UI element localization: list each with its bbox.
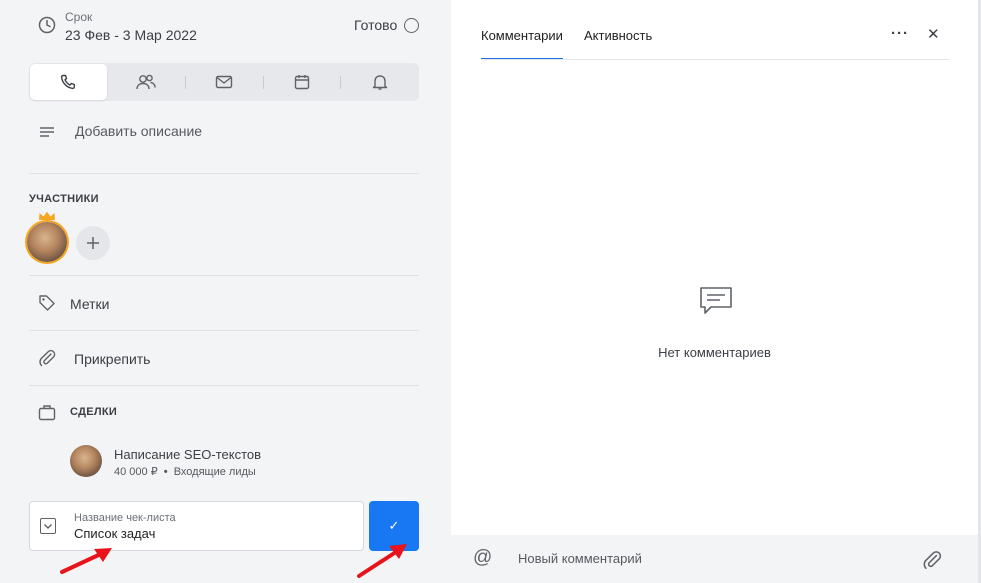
deal-amount: 40 000 ₽ xyxy=(114,466,158,478)
comment-bubble-icon xyxy=(699,286,733,316)
plus-icon xyxy=(86,236,100,250)
new-comment-input[interactable]: Новый комментарий xyxy=(518,551,642,566)
deal-name[interactable]: Написание SEO-текстов xyxy=(114,447,261,462)
checklist-input[interactable]: Список задач xyxy=(74,526,155,541)
tab-meeting[interactable] xyxy=(107,63,184,101)
tab-call[interactable] xyxy=(29,63,106,101)
add-participant-button[interactable] xyxy=(76,226,110,260)
annotation-arrow-icon xyxy=(58,543,118,577)
done-label: Готово xyxy=(354,17,398,33)
checkmark-icon: ✓ xyxy=(388,518,400,533)
people-icon xyxy=(135,73,157,91)
briefcase-icon xyxy=(38,404,56,421)
tab-activity[interactable]: Активность xyxy=(584,28,652,43)
close-icon[interactable]: ✕ xyxy=(927,25,940,43)
tab-event[interactable] xyxy=(263,63,340,101)
tag-icon xyxy=(38,294,56,312)
annotation-arrow-icon xyxy=(355,540,413,580)
divider xyxy=(29,330,419,331)
comments-panel: Комментарии Активность ··· ✕ Нет коммент… xyxy=(451,0,978,583)
empty-comments-text: Нет комментариев xyxy=(658,345,771,360)
deals-title: СДЕЛКИ xyxy=(70,406,118,418)
divider xyxy=(29,385,419,386)
comment-input-bar: @ Новый комментарий xyxy=(451,535,978,583)
mail-icon xyxy=(215,75,233,89)
task-details-panel: Срок 23 Фев - 3 Мар 2022 Готово Добавить… xyxy=(0,0,451,583)
divider xyxy=(29,275,419,276)
done-checkbox[interactable] xyxy=(404,18,419,33)
tab-reminder[interactable] xyxy=(341,63,418,101)
phone-icon xyxy=(59,73,77,91)
deal-avatar xyxy=(70,445,102,477)
deal-stage: Входящие лиды xyxy=(173,466,256,478)
tab-comments[interactable]: Комментарии xyxy=(481,28,563,43)
bullet-separator: • xyxy=(163,466,168,478)
calendar-icon xyxy=(294,74,310,90)
deal-meta: 40 000 ₽ • Входящие лиды xyxy=(114,465,256,478)
participant-avatar[interactable] xyxy=(27,222,67,262)
due-dates[interactable]: 23 Фев - 3 Мар 2022 xyxy=(65,27,197,43)
due-label: Срок xyxy=(65,10,93,24)
crown-icon xyxy=(38,211,56,221)
text-lines-icon xyxy=(39,126,55,138)
add-description-button[interactable]: Добавить описание xyxy=(75,123,202,139)
mention-icon[interactable]: @ xyxy=(473,547,492,569)
attach-button[interactable]: Прикрепить xyxy=(74,351,150,367)
paperclip-icon xyxy=(38,348,56,368)
divider xyxy=(29,173,419,174)
deal-item[interactable]: Написание SEO-текстов 40 000 ₽ • Входящи… xyxy=(70,443,430,483)
participants-title: УЧАСТНИКИ xyxy=(29,193,99,205)
tab-email[interactable] xyxy=(185,63,262,101)
checklist-icon xyxy=(40,518,56,534)
attach-file-icon[interactable] xyxy=(921,549,943,571)
activity-type-tabs xyxy=(29,63,419,101)
tags-button[interactable]: Метки xyxy=(70,296,110,312)
checklist-field-label: Название чек-листа xyxy=(74,512,176,524)
bell-icon xyxy=(372,73,388,91)
more-options-icon[interactable]: ··· xyxy=(891,25,909,42)
clock-icon xyxy=(38,16,56,34)
tabs-divider xyxy=(481,59,949,60)
